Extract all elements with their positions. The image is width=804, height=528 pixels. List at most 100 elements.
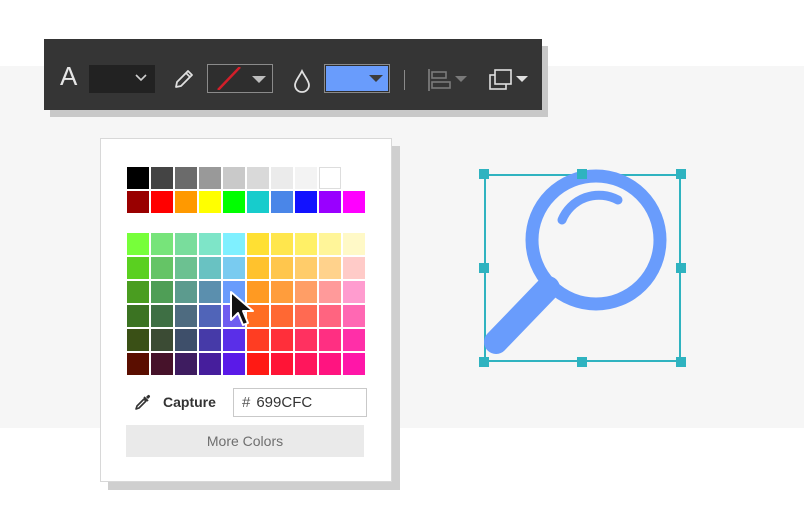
droplet-icon[interactable] <box>293 69 311 93</box>
resize-handle-top-right[interactable] <box>676 169 686 179</box>
more-colors-button[interactable]: More Colors <box>126 425 364 457</box>
color-swatch[interactable] <box>223 329 245 351</box>
resize-handle-top-left[interactable] <box>479 169 489 179</box>
selected-shape[interactable] <box>470 160 696 376</box>
color-swatch[interactable] <box>295 305 317 327</box>
color-swatch[interactable] <box>295 167 317 189</box>
color-swatch[interactable] <box>319 233 341 255</box>
color-swatch[interactable] <box>295 191 317 213</box>
color-swatch[interactable] <box>175 353 197 375</box>
color-swatch[interactable] <box>247 329 269 351</box>
hex-color-input[interactable]: # 699CFC <box>233 388 367 417</box>
color-swatch[interactable] <box>127 281 149 303</box>
color-swatch[interactable] <box>247 257 269 279</box>
color-swatch[interactable] <box>295 329 317 351</box>
color-swatch[interactable] <box>271 191 293 213</box>
pen-icon[interactable] <box>172 67 196 91</box>
color-swatch[interactable] <box>199 353 221 375</box>
color-swatch[interactable] <box>127 329 149 351</box>
stroke-color-select[interactable] <box>207 64 273 93</box>
color-swatch[interactable] <box>295 233 317 255</box>
color-swatch[interactable] <box>247 167 269 189</box>
color-swatch[interactable] <box>271 281 293 303</box>
arrange-layers-icon[interactable] <box>488 67 530 93</box>
color-swatch[interactable] <box>343 305 365 327</box>
color-swatch[interactable] <box>223 191 245 213</box>
color-swatch[interactable] <box>199 281 221 303</box>
color-swatch[interactable] <box>223 167 245 189</box>
color-swatch[interactable] <box>319 257 341 279</box>
align-left-icon[interactable] <box>427 67 469 93</box>
color-swatch[interactable] <box>175 305 197 327</box>
color-swatch[interactable] <box>151 233 173 255</box>
color-swatch[interactable] <box>151 191 173 213</box>
color-swatch[interactable] <box>223 353 245 375</box>
color-swatch[interactable] <box>271 353 293 375</box>
color-swatch[interactable] <box>319 191 341 213</box>
resize-handle-bottom[interactable] <box>577 357 587 367</box>
color-swatch[interactable] <box>343 329 365 351</box>
color-swatch[interactable] <box>271 233 293 255</box>
color-swatch[interactable] <box>271 305 293 327</box>
color-swatch[interactable] <box>175 281 197 303</box>
color-swatch[interactable] <box>127 233 149 255</box>
color-swatch[interactable] <box>247 353 269 375</box>
color-swatch[interactable] <box>199 329 221 351</box>
color-swatch[interactable] <box>295 353 317 375</box>
color-swatch[interactable] <box>319 167 341 189</box>
color-swatch[interactable] <box>343 191 365 213</box>
color-swatch[interactable] <box>127 167 149 189</box>
color-swatch[interactable] <box>127 257 149 279</box>
color-swatch[interactable] <box>247 191 269 213</box>
color-swatch[interactable] <box>343 233 365 255</box>
color-swatch[interactable] <box>127 305 149 327</box>
color-swatch[interactable] <box>199 257 221 279</box>
color-swatch[interactable] <box>223 257 245 279</box>
color-swatch[interactable] <box>271 257 293 279</box>
color-swatch[interactable] <box>199 167 221 189</box>
font-select[interactable] <box>89 65 155 93</box>
color-swatch[interactable] <box>319 353 341 375</box>
color-swatch[interactable] <box>343 281 365 303</box>
color-swatch[interactable] <box>247 233 269 255</box>
color-swatch[interactable] <box>151 329 173 351</box>
resize-handle-top[interactable] <box>577 169 587 179</box>
color-swatch[interactable] <box>199 305 221 327</box>
color-swatch[interactable] <box>319 329 341 351</box>
hex-value[interactable]: 699CFC <box>256 394 312 411</box>
color-swatch[interactable] <box>175 257 197 279</box>
color-swatch[interactable] <box>199 233 221 255</box>
capture-label: Capture <box>163 394 216 410</box>
dropdown-arrow-icon <box>252 76 266 83</box>
color-swatch[interactable] <box>127 353 149 375</box>
fill-color-select[interactable] <box>324 64 390 93</box>
color-swatch[interactable] <box>151 305 173 327</box>
resize-handle-right[interactable] <box>676 263 686 273</box>
capture-button[interactable]: Capture <box>133 391 216 413</box>
magnifier-icon[interactable] <box>470 160 696 376</box>
color-swatch[interactable] <box>319 305 341 327</box>
color-swatch[interactable] <box>343 257 365 279</box>
color-swatch[interactable] <box>151 167 173 189</box>
color-swatch[interactable] <box>175 191 197 213</box>
color-swatch[interactable] <box>127 191 149 213</box>
color-swatch[interactable] <box>343 353 365 375</box>
color-swatch[interactable] <box>295 257 317 279</box>
toolbar: A <box>44 39 542 110</box>
color-swatch[interactable] <box>151 257 173 279</box>
color-swatch[interactable] <box>223 233 245 255</box>
color-swatch[interactable] <box>151 353 173 375</box>
color-swatch[interactable] <box>175 329 197 351</box>
color-swatch[interactable] <box>199 191 221 213</box>
color-swatch[interactable] <box>295 281 317 303</box>
resize-handle-bottom-left[interactable] <box>479 357 489 367</box>
text-icon[interactable]: A <box>60 63 77 89</box>
color-swatch[interactable] <box>175 167 197 189</box>
color-swatch[interactable] <box>271 167 293 189</box>
resize-handle-bottom-right[interactable] <box>676 357 686 367</box>
color-swatch[interactable] <box>175 233 197 255</box>
resize-handle-left[interactable] <box>479 263 489 273</box>
color-swatch[interactable] <box>271 329 293 351</box>
color-swatch[interactable] <box>151 281 173 303</box>
color-swatch[interactable] <box>319 281 341 303</box>
